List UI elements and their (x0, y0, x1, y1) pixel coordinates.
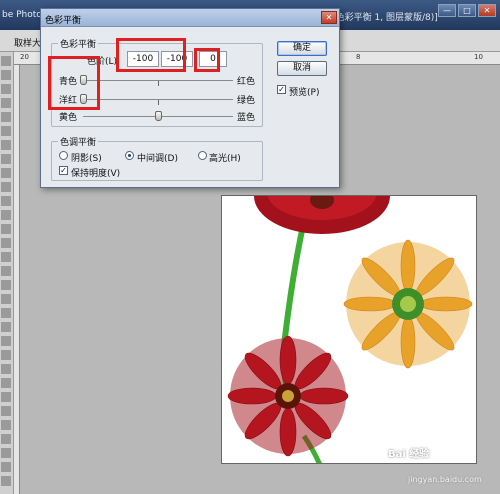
tool-icon[interactable] (1, 406, 11, 416)
color-balance-legend: 色彩平衡 (58, 37, 99, 50)
ruler-tick: 10 (474, 53, 483, 61)
document-canvas[interactable] (221, 195, 477, 464)
tool-icon[interactable] (1, 196, 11, 206)
yellow-blue-slider-thumb[interactable] (154, 111, 162, 121)
tool-icon[interactable] (1, 364, 11, 374)
tool-icon[interactable] (1, 448, 11, 458)
tool-icon[interactable] (1, 252, 11, 262)
slider-center-mark (158, 100, 159, 105)
highlight-level-values (116, 38, 186, 72)
tool-icon[interactable] (1, 434, 11, 444)
tool-icon[interactable] (1, 266, 11, 276)
cancel-button[interactable]: 取消 (277, 61, 327, 76)
yellow-flower (343, 239, 473, 369)
dialog-close-button[interactable]: ✕ (321, 11, 337, 24)
green-label: 绿色 (237, 96, 256, 106)
blue-label: 蓝色 (237, 113, 256, 123)
tool-icon[interactable] (1, 140, 11, 150)
tool-icon[interactable] (1, 126, 11, 136)
ruler-tick: 8 (356, 53, 361, 61)
shadows-radio[interactable] (59, 151, 68, 160)
red-flower-top (254, 196, 390, 234)
tool-icon[interactable] (1, 168, 11, 178)
close-window-button[interactable]: ✕ (478, 4, 496, 17)
tool-icon[interactable] (1, 182, 11, 192)
tool-icon[interactable] (1, 420, 11, 430)
midtones-radio[interactable] (125, 151, 134, 160)
ok-button[interactable]: 确定 (277, 41, 327, 56)
red-label: 红色 (237, 77, 256, 87)
tool-icon[interactable] (1, 70, 11, 80)
shadows-label[interactable]: 阴影(S) (71, 151, 102, 164)
sample-size-label[interactable]: 取样大 (14, 36, 41, 49)
watermark-url: jingyan.baidu.com (408, 475, 482, 484)
tool-icon[interactable] (1, 462, 11, 472)
tool-icon[interactable] (1, 308, 11, 318)
flowers-image (227, 196, 473, 463)
tool-icon[interactable] (1, 378, 11, 388)
minimize-button[interactable]: — (438, 4, 456, 17)
tool-icon[interactable] (1, 154, 11, 164)
highlight-slider-labels (48, 56, 100, 110)
tool-icon[interactable] (1, 476, 11, 486)
tool-icon[interactable] (1, 238, 11, 248)
tool-icon[interactable] (1, 294, 11, 304)
highlight-third-value (194, 48, 220, 72)
tool-icon[interactable] (1, 56, 11, 66)
highlights-label[interactable]: 高光(H) (209, 151, 241, 164)
tool-icon[interactable] (1, 112, 11, 122)
preview-checkbox[interactable]: ✓ (277, 85, 286, 94)
preserve-luminosity-checkbox[interactable]: ✓ (59, 166, 68, 175)
tool-icon[interactable] (1, 210, 11, 220)
midtones-label[interactable]: 中间调(D) (137, 151, 178, 164)
preserve-luminosity-label[interactable]: 保持明度(V) (71, 166, 120, 179)
red-flower-bottom (227, 335, 349, 457)
preview-label[interactable]: 预览(P) (289, 85, 319, 98)
tool-icon[interactable] (1, 224, 11, 234)
tone-balance-legend: 色调平衡 (58, 135, 99, 148)
tool-icon[interactable] (1, 336, 11, 346)
maximize-button[interactable]: □ (458, 4, 476, 17)
tool-icon[interactable] (1, 350, 11, 360)
yellow-label: 黄色 (59, 113, 78, 123)
vertical-ruler (14, 65, 20, 494)
tool-icon[interactable] (1, 84, 11, 94)
tool-icon[interactable] (1, 280, 11, 290)
tool-icon[interactable] (1, 98, 11, 108)
baidu-jingyan-watermark: Bai 经验 (388, 449, 430, 460)
ruler-tick: 20 (20, 53, 29, 61)
highlights-radio[interactable] (198, 151, 207, 160)
toolbox (0, 52, 14, 494)
dialog-title: 色彩平衡 (45, 16, 82, 26)
slider-center-mark (158, 81, 159, 86)
tool-icon[interactable] (1, 392, 11, 402)
tool-icon[interactable] (1, 322, 11, 332)
window-controls: — □ ✕ (438, 4, 496, 17)
dialog-titlebar[interactable]: 色彩平衡 ✕ (41, 9, 339, 27)
